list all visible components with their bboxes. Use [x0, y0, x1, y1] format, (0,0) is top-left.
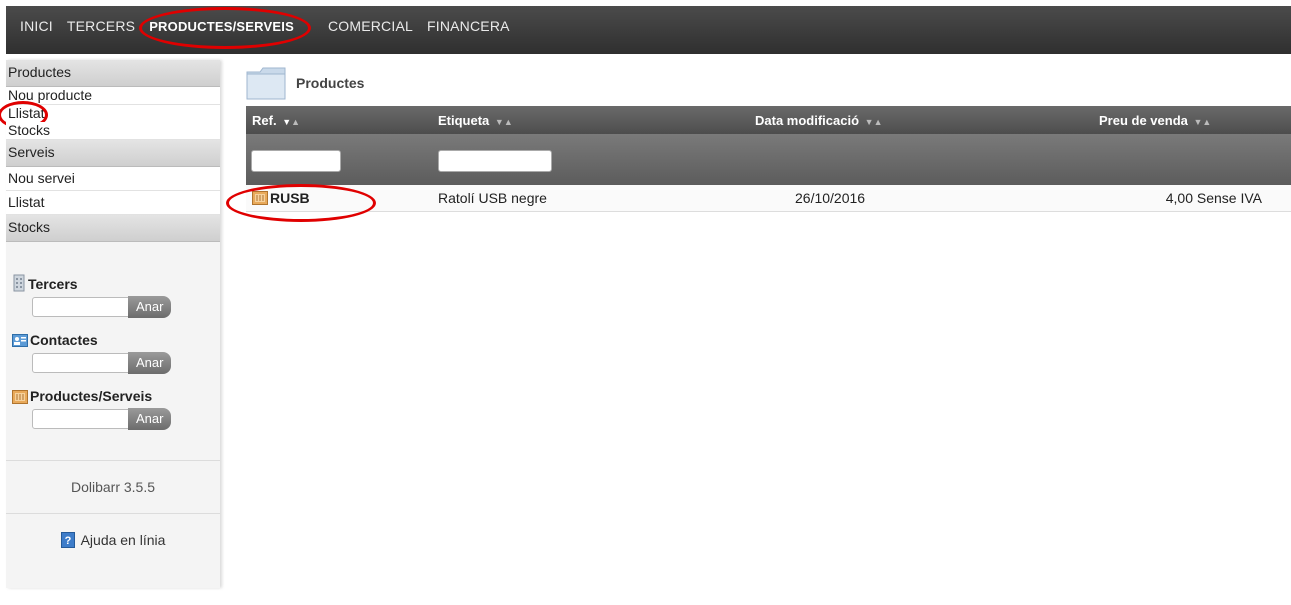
search-productes-input[interactable] [32, 409, 134, 429]
sidebar-item-nou-servei[interactable]: Nou servei [6, 167, 220, 191]
menu-productes-serveis[interactable]: PRODUCTES/SERVEIS [149, 19, 294, 34]
sidebar-item-llistat-productes[interactable]: Llistat [0, 101, 220, 129]
filter-ref-input[interactable] [251, 150, 341, 172]
version-label: Dolibarr 3.5.5 [70, 479, 156, 495]
menu-tercers[interactable]: TERCERS [67, 18, 135, 34]
search-tercers-title: Tercers [12, 270, 220, 292]
product-ref-link[interactable]: RUSB [270, 190, 310, 206]
sidebar-item-stocks[interactable]: Stocks [6, 122, 220, 140]
cell-label: Ratolí USB negre [438, 190, 547, 206]
sort-icon[interactable]: ▼▲ [865, 117, 883, 127]
search-contactes-row: Anar [32, 352, 220, 374]
sidebar-section-serveis[interactable]: Serveis [6, 140, 220, 167]
sidebar-item-llistat-serveis[interactable]: Llistat [6, 191, 220, 215]
main-content: Productes Ref. ▼▲ Etiqueta ▼▲ Data modif… [226, 60, 1291, 222]
table-header: Ref. ▼▲ Etiqueta ▼▲ Data modificació ▼▲ … [246, 106, 1291, 134]
folder-icon [246, 67, 286, 100]
search-productes-title: Productes/Serveis [12, 382, 220, 404]
sort-icon[interactable]: ▼▲ [1194, 117, 1212, 127]
filter-row [246, 134, 1291, 185]
help-label: Ajuda en línia [80, 532, 166, 548]
search-contactes: Contactes Anar [12, 326, 220, 374]
search-contactes-input[interactable] [32, 353, 134, 373]
help-link[interactable]: ? Ajuda en línia [6, 514, 220, 566]
col-data[interactable]: Data modificació ▼▲ [755, 113, 1099, 128]
search-tercers-button[interactable]: Anar [128, 296, 172, 318]
col-ref-label: Ref. [252, 112, 277, 128]
sidebar-section-stocks[interactable]: Stocks [6, 215, 220, 242]
search-tercers: Tercers Anar [12, 270, 220, 318]
sort-icon[interactable]: ▼▲ [282, 117, 300, 127]
page-title: Productes [296, 75, 365, 91]
search-tercers-input[interactable] [32, 297, 134, 317]
col-preu-label: Preu de venda [1099, 112, 1188, 128]
search-tercers-row: Anar [32, 296, 220, 318]
sidebar-item-nou-producte[interactable]: Nou producte [6, 87, 220, 105]
search-contactes-label: Contactes [30, 332, 98, 348]
cell-price: 4,00 Sense IVA [1165, 190, 1262, 206]
product-box-icon [252, 191, 268, 205]
cell-date: 26/10/2016 [795, 190, 866, 206]
top-menu-bar: INICI TERCERS PRODUCTES/SERVEIS COMERCIA… [6, 6, 1291, 54]
menu-financera[interactable]: FINANCERA [427, 18, 510, 34]
search-tercers-label: Tercers [28, 276, 78, 292]
page-header: Productes [246, 60, 1291, 106]
col-data-label: Data modificació [755, 112, 860, 128]
help-icon: ? [60, 532, 75, 548]
search-productes-button[interactable]: Anar [128, 408, 172, 430]
cell-ref: RUSB [226, 184, 438, 222]
table-row: RUSB Ratolí USB negre 26/10/2016 4,00 Se… [226, 184, 1291, 222]
search-contactes-button[interactable]: Anar [128, 352, 172, 374]
sidebar-section-productes[interactable]: Productes [6, 60, 220, 87]
menu-productes-wrap: PRODUCTES/SERVEIS [139, 7, 312, 49]
search-productes: Productes/Serveis Anar [12, 382, 220, 430]
filter-etiqueta-input[interactable] [438, 150, 552, 172]
sidebar-item-label: Llistat [8, 105, 45, 121]
left-sidebar: Productes Nou producte Llistat Stocks Se… [0, 60, 220, 588]
menu-inici[interactable]: INICI [20, 18, 53, 34]
svg-text:?: ? [64, 535, 71, 547]
sort-icon[interactable]: ▼▲ [495, 117, 513, 127]
quick-search: Tercers Anar Contactes Anar Productes/Se… [6, 242, 220, 430]
product-box-icon [12, 390, 28, 404]
search-contactes-title: Contactes [12, 326, 220, 348]
top-menu: INICI TERCERS PRODUCTES/SERVEIS COMERCIA… [6, 6, 1291, 49]
col-preu[interactable]: Preu de venda ▼▲ [1099, 113, 1291, 128]
menu-comercial[interactable]: COMERCIAL [328, 18, 413, 34]
col-ref[interactable]: Ref. ▼▲ [246, 113, 438, 128]
col-etiqueta-label: Etiqueta [438, 112, 490, 128]
contact-card-icon [12, 334, 28, 347]
search-productes-row: Anar [32, 408, 220, 430]
col-etiqueta[interactable]: Etiqueta ▼▲ [438, 113, 755, 128]
building-icon [13, 274, 25, 292]
search-productes-label: Productes/Serveis [30, 388, 153, 404]
